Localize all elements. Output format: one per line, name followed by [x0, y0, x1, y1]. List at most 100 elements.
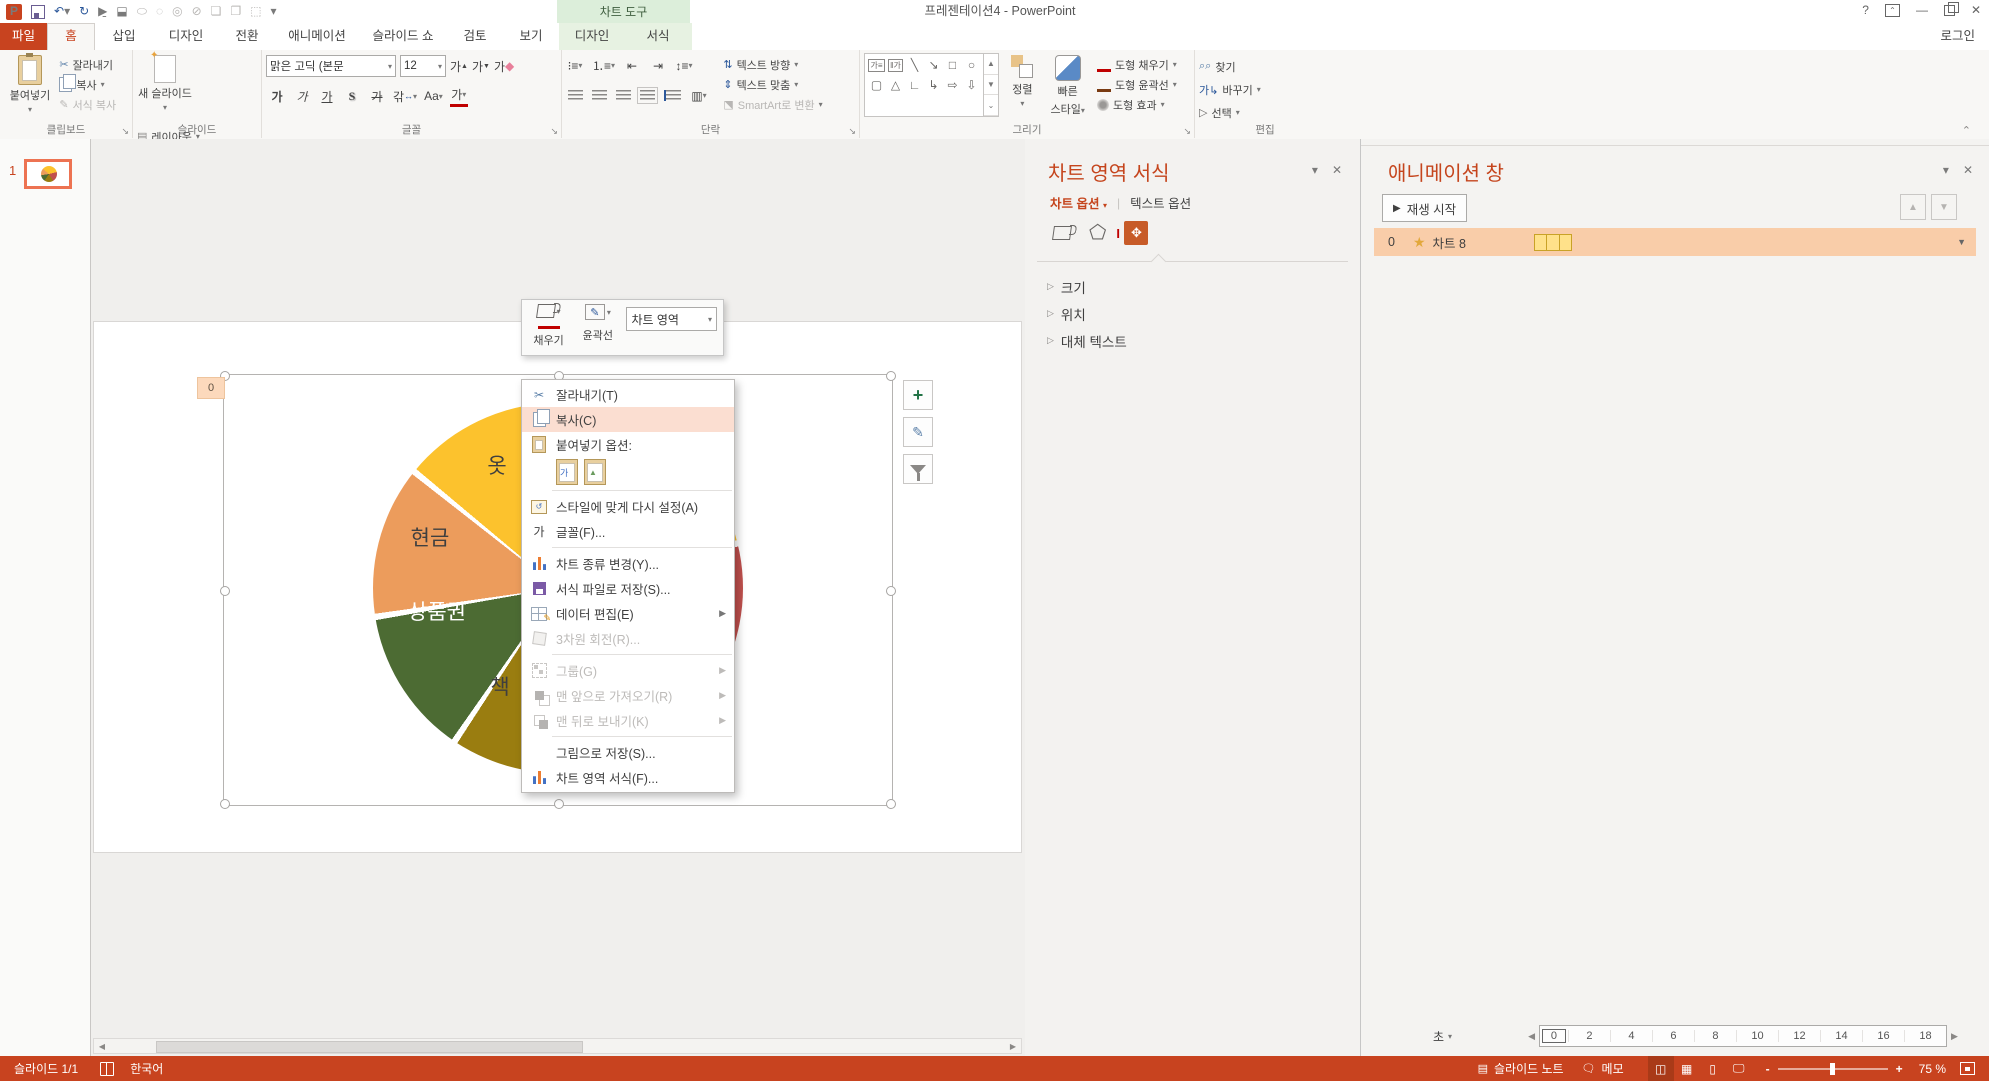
resize-handle-w[interactable]: [220, 586, 230, 596]
align-center-icon[interactable]: [592, 90, 607, 101]
oval-dashed-icon[interactable]: ◎: [172, 2, 182, 21]
tab-home[interactable]: 홈: [47, 23, 95, 51]
slide-sorter-view-button[interactable]: ▦: [1674, 1056, 1700, 1081]
shape-effects-button[interactable]: 도형 효과▾: [1097, 96, 1177, 113]
size-properties-icon[interactable]: ✥: [1124, 221, 1148, 245]
zoom-slider[interactable]: [1778, 1068, 1888, 1070]
font-size-select[interactable]: 12▾: [400, 55, 446, 77]
paragraph-dialog-launcher-icon[interactable]: ↘: [848, 126, 856, 137]
normal-view-button[interactable]: ◫: [1648, 1056, 1674, 1081]
shape-right-arrow-icon[interactable]: ⇨: [947, 78, 957, 92]
chart-elements-button[interactable]: +: [903, 380, 933, 410]
menu-item-reset-style[interactable]: ↺스타일에 맞게 다시 설정(A): [522, 494, 734, 519]
animation-timeline-bar[interactable]: [1534, 234, 1572, 251]
clear-formatting-button[interactable]: 가◆: [494, 57, 514, 76]
tab-chart-format[interactable]: 서식: [625, 23, 691, 50]
effects-pentagon-icon[interactable]: ⬠: [1089, 223, 1106, 243]
powerpoint-logo-icon[interactable]: P: [6, 4, 22, 20]
shapes-gallery[interactable]: 가≡ ‖가 ╲ ↘ □ ○ ▢ △ ∟ ↳ ⇨ ⇩ ▲ ▼ ⌄: [864, 53, 999, 117]
text-shadow-button[interactable]: S: [343, 87, 361, 106]
resize-handle-s[interactable]: [554, 799, 564, 809]
line-spacing-button[interactable]: ↕≡▾: [675, 56, 693, 75]
smartart-convert-button[interactable]: ⬔SmartArt로 변환▾: [723, 96, 822, 113]
panel-close-icon[interactable]: ✕: [1963, 163, 1973, 177]
zoom-out-button[interactable]: -: [1766, 1062, 1770, 1076]
bullets-button[interactable]: ⁝≡▾: [566, 56, 584, 75]
shape-vtextbox-icon[interactable]: ‖가: [888, 59, 903, 72]
shape-line-icon[interactable]: ╲: [911, 58, 918, 72]
menu-item-copy[interactable]: 복사(C): [522, 407, 734, 432]
shapes-more-icon[interactable]: ⌄: [984, 95, 998, 116]
oval-outline-icon[interactable]: ◌: [156, 2, 163, 21]
shape-outline-button[interactable]: 도형 윤곽선▾: [1097, 76, 1177, 93]
fill-line-icon[interactable]: [1052, 226, 1072, 240]
shape-elbow-arrow-icon[interactable]: ↳: [928, 78, 938, 92]
comments-button[interactable]: 메모: [1602, 1060, 1624, 1077]
qat-customize-icon[interactable]: ▾: [271, 2, 277, 21]
increase-indent-button[interactable]: ⇥: [649, 56, 667, 75]
fit-to-window-icon[interactable]: [1960, 1062, 1975, 1075]
tab-file[interactable]: 파일: [0, 23, 47, 50]
sign-in-link[interactable]: 로그인: [1940, 23, 1975, 50]
align-left-icon[interactable]: [568, 90, 583, 101]
italic-button[interactable]: 가: [293, 87, 311, 106]
distribute-icon[interactable]: [664, 90, 681, 101]
tab-slideshow[interactable]: 슬라이드 쇼: [359, 23, 447, 50]
resize-handle-e[interactable]: [886, 586, 896, 596]
menu-item-cut[interactable]: ✂잘라내기(T): [522, 382, 734, 407]
seconds-dropdown[interactable]: 초▾: [1433, 1028, 1452, 1045]
shape-oval-icon[interactable]: ○: [968, 58, 975, 72]
align-text-button[interactable]: ⇕텍스트 맞춤▾: [723, 76, 822, 93]
minimize-icon[interactable]: —: [1916, 3, 1928, 17]
chart-styles-button[interactable]: ✎: [903, 417, 933, 447]
select-button[interactable]: ▷선택▾: [1199, 104, 1261, 121]
resize-handle-sw[interactable]: [220, 799, 230, 809]
reorder-up-button[interactable]: ▲: [1900, 194, 1926, 220]
slide-thumbnail[interactable]: [24, 159, 72, 189]
language-indicator[interactable]: 한국어: [130, 1060, 163, 1077]
slideshow-view-button[interactable]: 🖵: [1726, 1056, 1752, 1081]
shapes-scroll-down-icon[interactable]: ▼: [984, 75, 998, 96]
quick-styles-button[interactable]: 빠른 스타일▾: [1046, 53, 1090, 125]
tab-insert[interactable]: 삽입: [95, 23, 153, 50]
character-spacing-button[interactable]: 갂↔▾: [393, 87, 417, 106]
tab-design[interactable]: 디자인: [153, 23, 219, 50]
drawing-dialog-launcher-icon[interactable]: ↘: [1183, 126, 1191, 137]
panel-close-icon[interactable]: ✕: [1332, 163, 1342, 177]
scroll-left-icon[interactable]: ◀: [94, 1042, 110, 1051]
paste-keep-formatting-icon[interactable]: [556, 459, 578, 485]
fill-button[interactable]: ▾ 채우기: [528, 304, 569, 348]
font-dialog-launcher-icon[interactable]: ↘: [550, 126, 558, 137]
tab-text-options[interactable]: 텍스트 옵션: [1130, 193, 1191, 212]
menu-item-save-as-picture[interactable]: 그림으로 저장(S)...: [522, 740, 734, 765]
columns-button[interactable]: ▥▾: [690, 86, 708, 105]
shapes-scroll-up-icon[interactable]: ▲: [984, 54, 998, 75]
copy-button[interactable]: 복사▾: [59, 76, 116, 93]
new-slide-button[interactable]: 새 슬라이드▾: [137, 53, 193, 125]
tab-review[interactable]: 검토: [447, 23, 503, 50]
font-color-button[interactable]: 가▾: [450, 85, 468, 107]
section-position[interactable]: ▷위치: [1035, 300, 1086, 327]
shrink-font-button[interactable]: 가▼: [472, 57, 490, 76]
tab-animations[interactable]: 애니메이션: [275, 23, 359, 50]
font-name-select[interactable]: 맑은 고딕 (본문▾: [266, 55, 396, 77]
scroll-right-icon[interactable]: ▶: [1005, 1042, 1021, 1051]
panel-menu-icon[interactable]: ▾: [1312, 163, 1318, 177]
animation-item-chart8[interactable]: 0 ★ 차트 8 ▼: [1374, 228, 1976, 256]
paste-as-picture-icon[interactable]: [584, 459, 606, 485]
text-direction-button[interactable]: ⇅텍스트 방향▾: [723, 56, 822, 73]
close-icon[interactable]: ✕: [1971, 3, 1981, 17]
outline-button[interactable]: ✎▾ 윤곽선: [577, 304, 618, 343]
menu-item-edit-data[interactable]: 데이터 편집(E)▶: [522, 601, 734, 626]
section-alt-text[interactable]: ▷대체 텍스트: [1035, 327, 1127, 354]
notes-button[interactable]: 슬라이드 노트: [1494, 1060, 1564, 1077]
start-slideshow-icon[interactable]: ▶̱: [98, 2, 107, 21]
arrange-button[interactable]: 정렬▾: [1002, 53, 1042, 125]
timeline-ruler[interactable]: 0 2 4 6 8 10 12 14 16 18: [1539, 1025, 1947, 1047]
shape-fill-button[interactable]: 도형 채우기▾: [1097, 56, 1177, 73]
replace-button[interactable]: 가↳바꾸기▾: [1199, 81, 1261, 98]
resize-handle-se[interactable]: [886, 799, 896, 809]
bring-forward-icon[interactable]: ❏: [211, 2, 222, 21]
horizontal-scrollbar[interactable]: ◀ ▶: [93, 1038, 1022, 1054]
oval-shape-icon[interactable]: ⬭: [137, 2, 147, 21]
